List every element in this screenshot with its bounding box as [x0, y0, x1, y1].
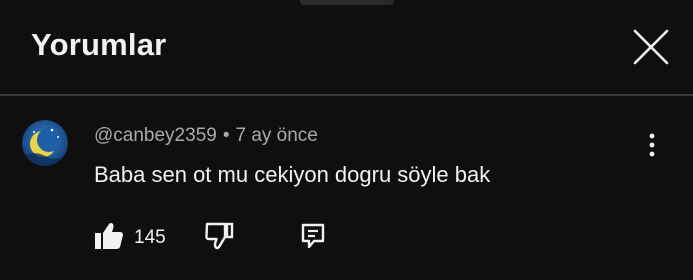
dislike-button[interactable]: [204, 222, 236, 252]
comment-actions: 145: [94, 222, 394, 252]
reply-button[interactable]: [300, 222, 330, 252]
close-button[interactable]: [630, 26, 672, 68]
thumbs-down-icon: [205, 222, 234, 250]
thumbs-up-icon: [95, 223, 123, 249]
more-options-button[interactable]: [640, 130, 664, 160]
reply-comment-icon: [301, 223, 325, 249]
like-count: 145: [134, 227, 166, 248]
comments-header: Yorumlar: [0, 0, 693, 94]
comment-time: 7 ay önce: [235, 125, 318, 146]
avatar-moon-icon: [22, 120, 68, 166]
comment-meta: @canbey2359 • 7 ay önce: [94, 125, 318, 147]
more-vertical-icon: [649, 133, 655, 157]
comment-item: @canbey2359 • 7 ay önce Baba sen ot mu cek…: [0, 96, 693, 280]
comment-author[interactable]: @canbey2359: [94, 125, 217, 146]
comment-text: Baba sen ot mu cekiyon dogru söyle bak: [94, 162, 491, 187]
avatar[interactable]: [22, 120, 68, 166]
page-title: Yorumlar: [31, 27, 167, 62]
like-button[interactable]: [94, 222, 126, 252]
close-icon: [633, 29, 669, 65]
meta-separator: •: [222, 125, 230, 146]
